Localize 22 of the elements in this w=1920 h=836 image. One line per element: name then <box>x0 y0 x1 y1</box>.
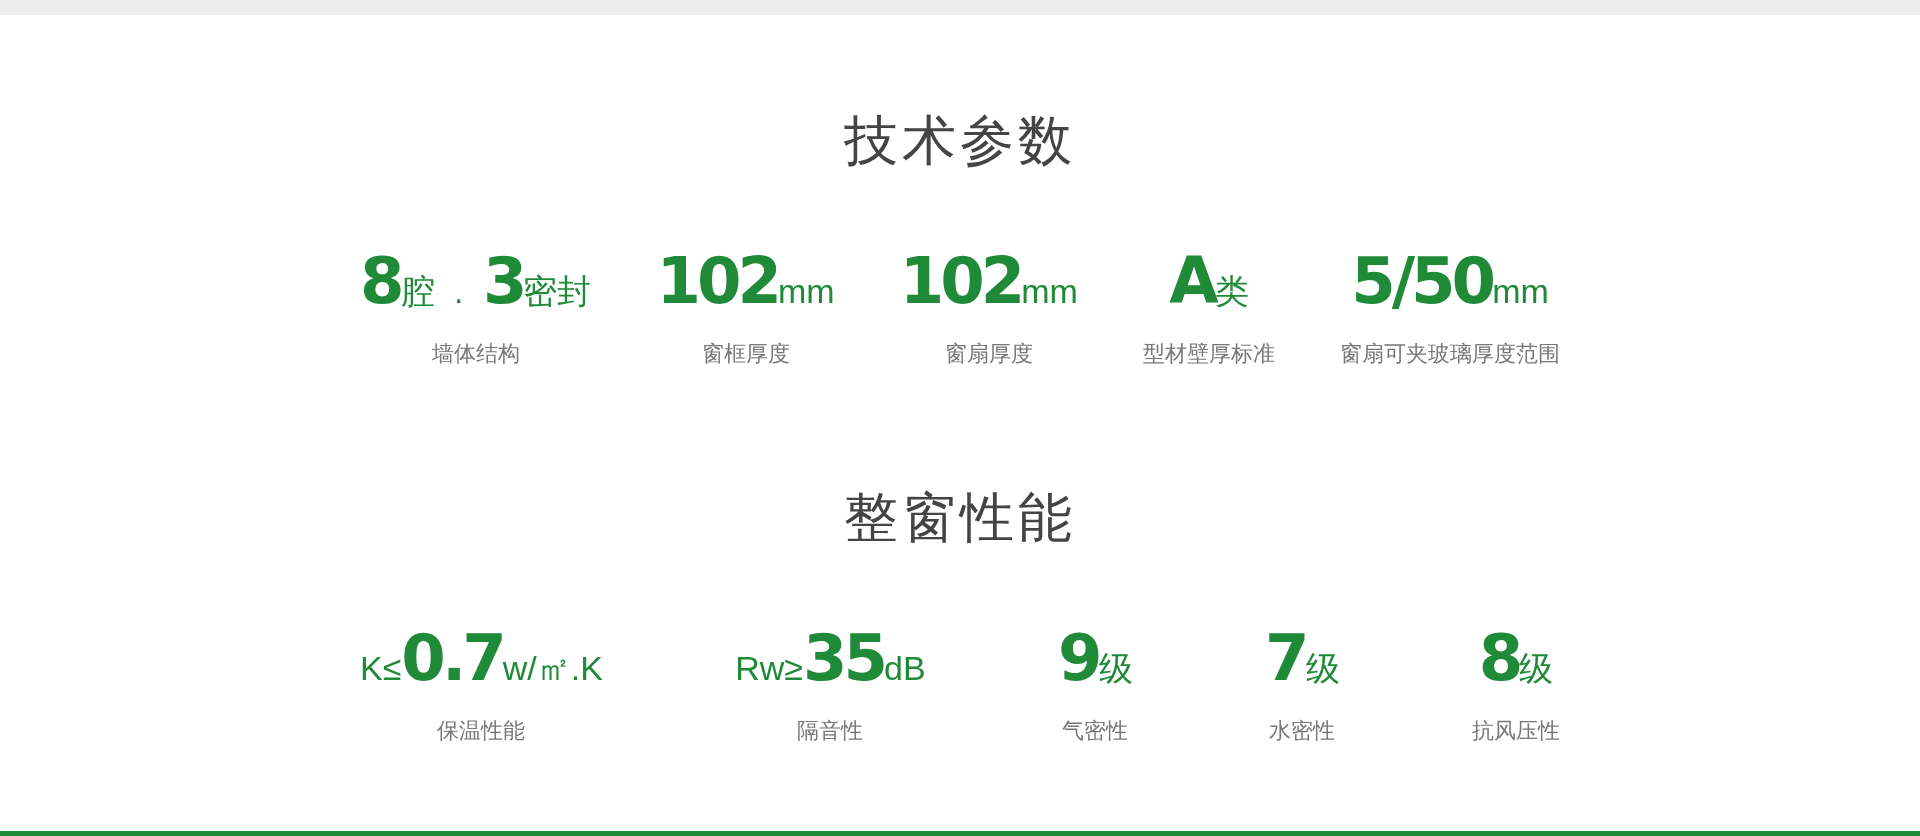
stat-value: 8级 <box>1478 626 1554 697</box>
stat-label: 气密性 <box>1062 717 1129 745</box>
section-title: 整窗性能 <box>844 490 1076 544</box>
stat-value: 102mm <box>656 249 835 320</box>
stat-value: A类 <box>1169 249 1249 320</box>
stat-label: 窗扇厚度 <box>944 340 1033 368</box>
stat-value: 8腔 . 3密封 <box>360 249 592 320</box>
stat-value: K≤0.7w/㎡.K <box>360 626 603 697</box>
stat-label: 窗扇可夹玻璃厚度范围 <box>1339 340 1560 368</box>
stat-value: 5/50mm <box>1351 249 1549 320</box>
stat-label: 型材壁厚标准 <box>1142 340 1275 368</box>
stat-label: 抗风压性 <box>1471 717 1560 745</box>
stat-value: 9级 <box>1058 626 1133 697</box>
stat-label: 保温性能 <box>437 717 526 745</box>
stat-label: 隔音性 <box>797 717 864 745</box>
stat-value: Rw≥35dB <box>735 626 926 697</box>
stat-label: 墙体结构 <box>431 340 520 368</box>
stat-label: 窗框厚度 <box>701 340 790 368</box>
stat-value: 102mm <box>899 249 1078 320</box>
section-title: 技术参数 <box>844 113 1076 167</box>
stat-value: 7级 <box>1265 626 1340 697</box>
stat-label: 水密性 <box>1269 717 1336 745</box>
